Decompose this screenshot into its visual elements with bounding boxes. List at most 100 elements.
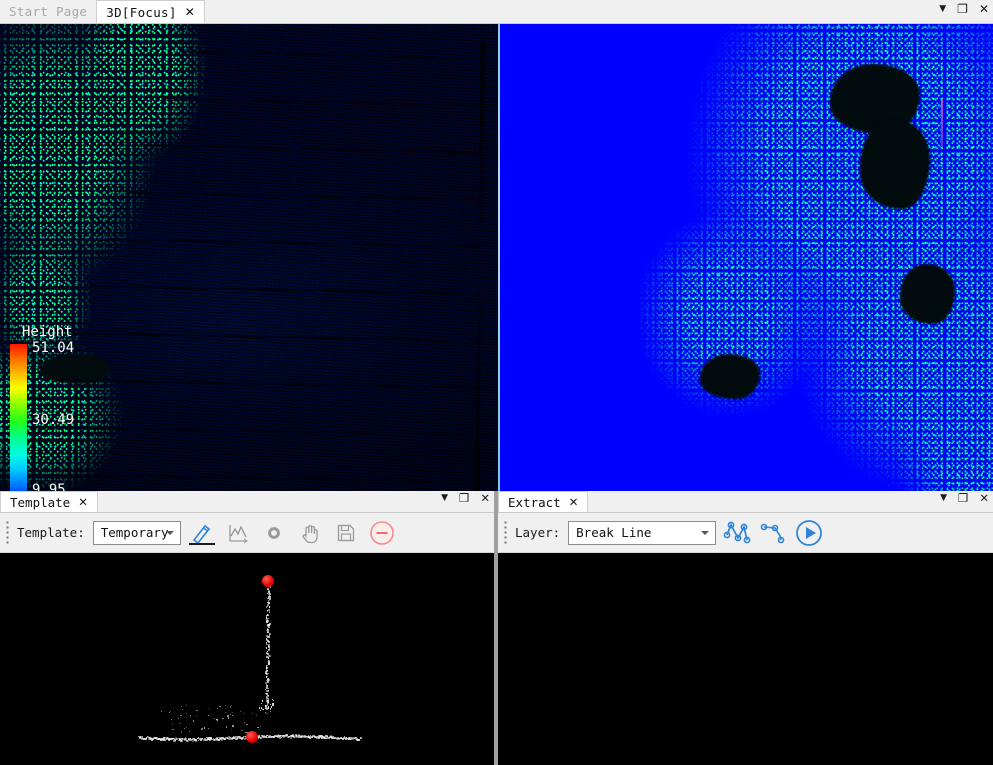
point-cloud-point [226,726,227,727]
point-cloud-point [225,712,226,713]
point-cloud-point [260,710,261,711]
restore-icon[interactable]: ❐ [459,493,469,505]
point-cloud-point [257,727,258,728]
chevron-down-icon[interactable]: ▼ [940,494,947,503]
template-vertex-marker[interactable] [262,575,274,587]
point-cloud-point [186,705,187,706]
line-chart-icon[interactable] [223,518,253,548]
tab-3d-focus[interactable]: 3D[Focus] ✕ [96,0,205,23]
save-icon[interactable] [331,518,361,548]
scan-seam-line [498,24,500,491]
point-cloud-point [186,727,187,728]
point-cloud-point [268,695,270,697]
point-cloud-point [266,647,268,649]
vegetation-cloud-right [640,24,993,491]
template-select-value: Temporary [101,525,169,540]
bottom-dock: Template ✕ ▼ ❐ ✕ Template: Temporary Ext… [0,491,993,765]
template-vertex-marker[interactable] [246,731,258,743]
close-icon[interactable]: ✕ [78,495,88,509]
point-cloud-point [232,715,233,716]
point-cloud-point [241,730,242,731]
point-cloud-point [270,704,271,705]
point-cloud-point [201,728,202,729]
run-icon[interactable] [794,518,824,548]
extract-3d-viewport[interactable]: z y x [498,553,993,765]
point-cloud-point [243,713,244,714]
point-cloud-point [256,715,257,716]
document-tab-bar: Start Page 3D[Focus] ✕ ▼ ❐ ✕ [0,0,993,24]
point-cloud-point [272,705,273,706]
template-select[interactable]: Temporary [93,521,181,545]
extract-panel-header: Extract ✕ ▼ ❐ ✕ [498,491,993,513]
point-cloud-point [269,606,271,608]
point-cloud-point [208,728,209,729]
point-cloud-point [232,725,233,726]
close-icon[interactable]: ✕ [480,493,490,505]
close-icon[interactable]: ✕ [979,3,989,15]
point-icon[interactable] [259,518,289,548]
vegetation-cloud-left [0,24,240,346]
point-cloud-point [222,718,223,719]
point-cloud-point [196,710,197,711]
chevron-down-icon[interactable]: ▼ [939,5,946,14]
point-cloud-point [266,713,267,714]
point-cloud-point [216,719,217,720]
close-icon[interactable]: ✕ [569,495,579,509]
point-cloud-point [227,715,228,716]
canopy-gap [860,119,930,209]
toolbar-drag-handle[interactable] [502,520,509,546]
point-cloud-point [262,700,263,701]
template-label: Template: [17,525,85,540]
point-cloud-point [231,705,232,706]
pencil-icon[interactable] [187,518,217,548]
point-cloud-point [268,690,270,692]
layer-label: Layer: [515,525,560,540]
point-cloud-point [268,663,270,665]
point-cloud-point [268,702,269,703]
point-cloud-point [184,728,185,729]
point-cloud-point [217,708,218,709]
point-cloud-point [232,712,233,713]
point-cloud-point [259,707,260,708]
point-cloud-point [270,587,271,588]
restore-icon[interactable]: ❐ [958,493,968,505]
point-cloud-point [270,709,271,710]
main-3d-viewport[interactable]: Height 51.04 30.49 9.95 [0,24,993,491]
polyline-outline-icon[interactable] [758,518,788,548]
template-panel-controls: ▼ ❐ ✕ [441,493,490,505]
point-cloud-point [209,708,210,709]
tab-extract[interactable]: Extract ✕ [498,491,588,512]
point-cloud-point [178,718,179,719]
point-cloud-point [263,709,264,710]
point-cloud-point [170,711,171,712]
point-cloud-point [252,713,253,714]
tab-template-label: Template [10,495,70,510]
point-cloud-point [181,706,182,707]
point-cloud-point [246,724,247,725]
tab-extract-label: Extract [508,495,561,510]
point-cloud-point [230,706,231,707]
point-cloud-point [171,719,172,720]
close-icon[interactable]: ✕ [979,493,989,505]
point-cloud-point [228,717,229,718]
polyline-filled-icon[interactable] [722,518,752,548]
point-cloud-point [240,711,241,712]
point-cloud-point [219,706,220,707]
point-cloud-point [266,618,268,620]
close-icon[interactable]: ✕ [185,6,195,18]
remove-icon[interactable] [367,518,397,548]
point-cloud-point [193,720,194,721]
restore-icon[interactable]: ❐ [957,3,968,15]
template-3d-viewport[interactable]: z x y [0,553,494,765]
chevron-down-icon[interactable]: ▼ [441,494,448,503]
point-cloud-point [214,718,215,719]
tab-start-page[interactable]: Start Page [0,0,96,23]
toolbar-drag-handle[interactable] [4,520,11,546]
chevron-down-icon [166,531,174,535]
tab-3d-focus-label: 3D[Focus] [106,5,176,20]
tab-template[interactable]: Template ✕ [0,491,98,512]
layer-select[interactable]: Break Line [568,521,716,545]
point-cloud-point [269,612,271,614]
hand-icon[interactable] [295,518,325,548]
point-cloud-point [268,707,269,708]
